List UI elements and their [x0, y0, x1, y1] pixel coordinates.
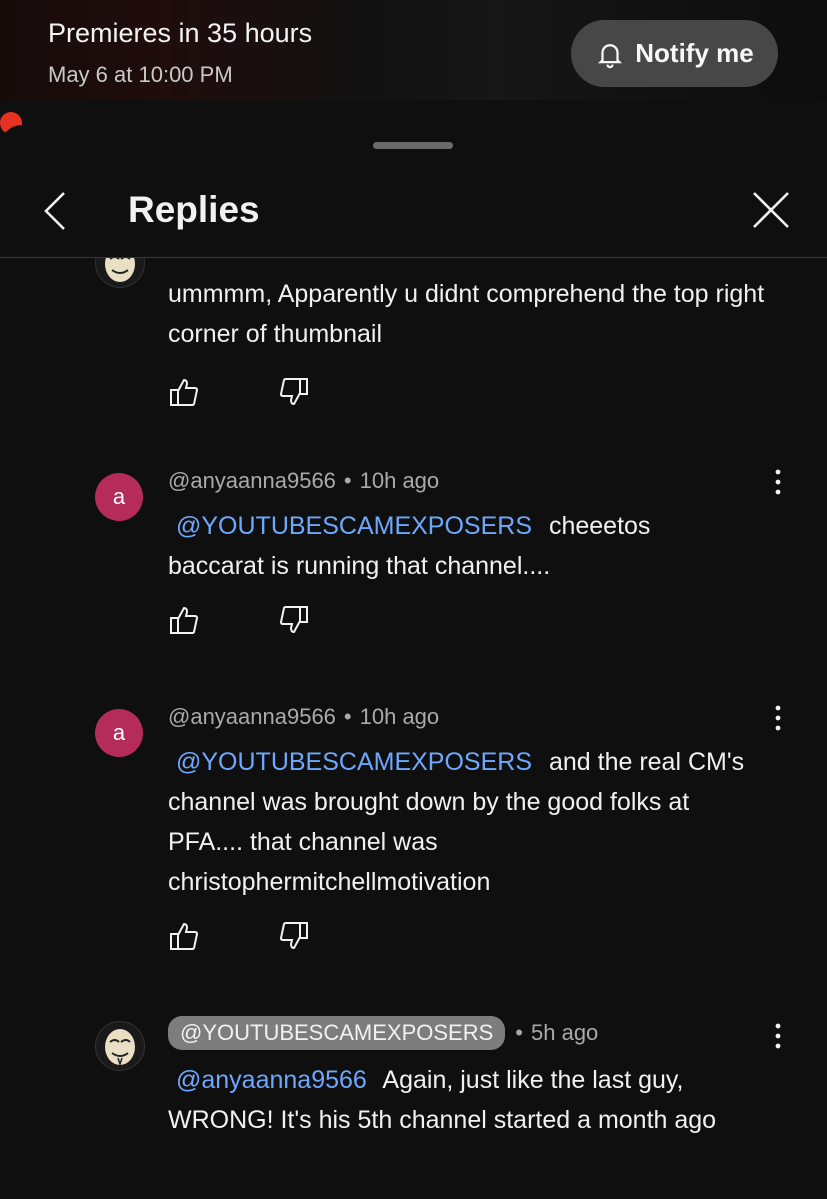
author-name[interactable]: @anyaanna9566 — [168, 468, 336, 494]
comment-time: 10h ago — [359, 704, 440, 729]
comment-text: @YOUTUBESCAMEXPOSERS and the real CM's c… — [168, 748, 745, 896]
more-vert-icon — [775, 469, 781, 495]
more-vert-icon — [775, 705, 781, 731]
comment-text: ummmm, Apparently u didnt comprehend the… — [168, 280, 765, 348]
comment-text: @anyaanna9566 Again, just like the last … — [168, 1066, 717, 1134]
dislike-button[interactable] — [278, 604, 310, 636]
comment-text: @YOUTUBESCAMEXPOSERS cheeetos baccarat i… — [168, 512, 651, 580]
bell-icon — [595, 39, 625, 69]
thumbs-down-icon — [279, 378, 308, 406]
avatar[interactable]: a — [95, 473, 143, 521]
replies-sheet: Replies ummmm, Apparently u didnt compre… — [0, 125, 827, 1199]
comment-meta: @anyaanna9566 • 10h ago — [168, 704, 440, 730]
premiere-banner: Premieres in 35 hours May 6 at 10:00 PM … — [0, 0, 827, 100]
premiere-date: May 6 at 10:00 PM — [48, 62, 233, 87]
thumbs-down-icon — [279, 606, 308, 634]
back-button[interactable] — [38, 187, 78, 235]
mention-link[interactable]: @YOUTUBESCAMEXPOSERS — [176, 748, 532, 776]
premiere-title: Premieres in 35 hours — [48, 18, 313, 48]
more-options-button[interactable] — [768, 258, 788, 264]
more-options-button[interactable] — [768, 466, 788, 500]
comment-meta: @YOUTUBESCAMEXPOSERS • 5h ago — [168, 1016, 598, 1050]
like-button[interactable] — [168, 920, 200, 952]
like-button[interactable] — [168, 604, 200, 636]
close-icon — [748, 187, 794, 233]
author-chip[interactable]: @YOUTUBESCAMEXPOSERS — [168, 1016, 506, 1050]
chevron-left-icon — [38, 187, 78, 235]
notify-me-label: Notify me — [635, 38, 754, 68]
mention-link[interactable]: @YOUTUBESCAMEXPOSERS — [176, 512, 532, 540]
more-vert-icon — [768, 258, 788, 264]
more-options-button[interactable] — [768, 702, 788, 736]
replies-list[interactable]: ummmm, Apparently u didnt comprehend the… — [0, 258, 827, 1199]
page-title: Replies — [128, 189, 260, 230]
notify-me-button[interactable]: Notify me — [571, 20, 778, 87]
mention-link[interactable]: @anyaanna9566 — [176, 1066, 367, 1094]
author-name[interactable]: @anyaanna9566 — [168, 704, 336, 730]
avatar[interactable] — [95, 1021, 145, 1071]
avatar[interactable]: a — [95, 709, 143, 757]
avatar[interactable] — [95, 258, 145, 288]
thumbs-down-icon — [279, 922, 308, 950]
comment-meta: @anyaanna9566 • 10h ago — [168, 468, 440, 494]
close-button[interactable] — [748, 187, 794, 233]
drag-handle[interactable] — [373, 142, 453, 149]
thumbs-up-icon — [170, 606, 199, 634]
dislike-button[interactable] — [278, 376, 310, 408]
mask-avatar-icon — [105, 258, 135, 282]
sheet-header: Replies — [0, 165, 827, 258]
comment-time: 10h ago — [359, 468, 440, 493]
comment-time: 5h ago — [531, 1020, 599, 1045]
more-vert-icon — [775, 1023, 781, 1049]
mask-avatar-icon — [105, 1029, 135, 1067]
thumbs-up-icon — [170, 922, 199, 950]
like-button[interactable] — [168, 376, 200, 408]
more-options-button[interactable] — [768, 1020, 788, 1054]
dislike-button[interactable] — [278, 920, 310, 952]
thumbs-up-icon — [170, 378, 199, 406]
